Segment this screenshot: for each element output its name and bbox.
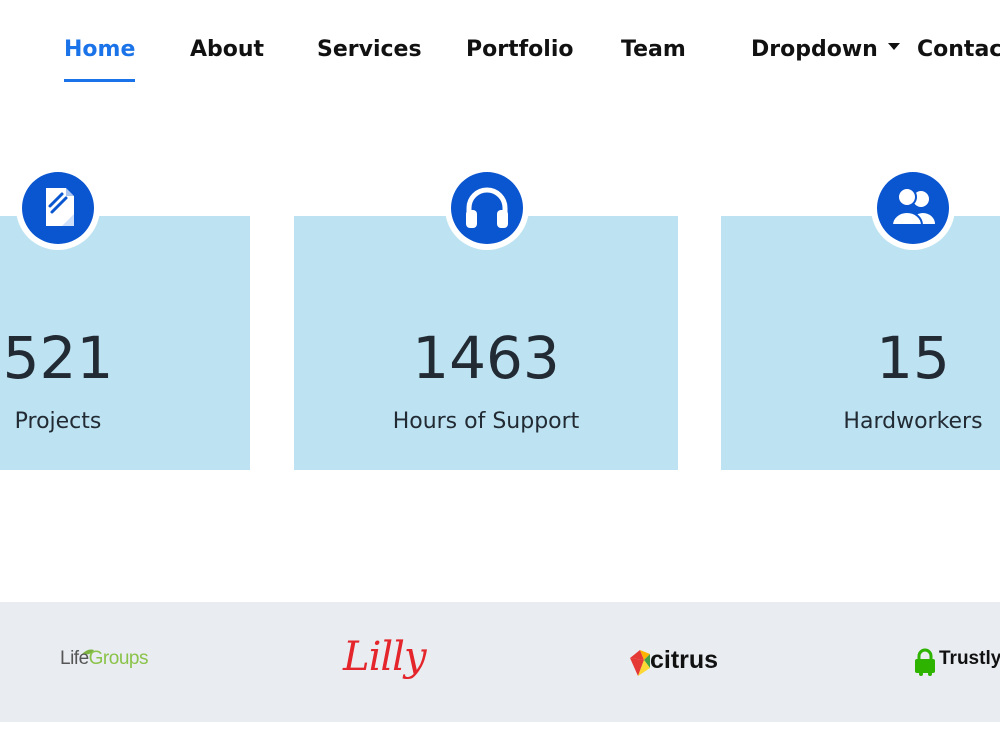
padlock-icon	[915, 648, 935, 676]
nav-home[interactable]: Home	[64, 36, 136, 82]
page: Home About Services Portfolio Team Dropd…	[0, 0, 1000, 750]
nav-about[interactable]: About	[190, 36, 264, 64]
nav-dropdown-label: Dropdown	[751, 37, 878, 62]
nav-portfolio[interactable]: Portfolio	[466, 36, 574, 64]
logo-lifegroups-part2: Groups	[88, 648, 149, 669]
logo-trustly: Trustly	[913, 648, 1000, 676]
nav-team-label: Team	[621, 37, 686, 62]
nav-active-underline	[64, 79, 136, 82]
nav-contact-label: Contact	[917, 37, 1000, 62]
logo-lifegroups: LifeGroups	[60, 648, 148, 670]
clients-strip: LifeGroups Lilly citrus Trustly	[0, 602, 1000, 722]
stat-icon-support	[445, 166, 529, 250]
stat-icon-hardworkers	[871, 166, 955, 250]
logo-lilly-text: Lilly	[343, 634, 427, 680]
stat-label-support: Hours of Support	[392, 409, 580, 434]
main-nav: Home About Services Portfolio Team Dropd…	[0, 0, 1000, 100]
stat-label-projects: Projects	[14, 409, 102, 434]
nav-services-label: Services	[317, 37, 422, 62]
nav-team[interactable]: Team	[621, 36, 686, 64]
stat-icon-projects	[16, 166, 100, 250]
logo-trustly-text: Trustly	[939, 648, 1000, 669]
logo-lilly: Lilly	[343, 634, 427, 680]
users-icon	[877, 172, 949, 244]
nav-services[interactable]: Services	[317, 36, 422, 64]
stat-label-hardworkers: Hardworkers	[843, 409, 983, 434]
document-icon	[22, 172, 94, 244]
nav-about-label: About	[190, 37, 265, 62]
logo-lifegroups-part1: Life	[60, 648, 89, 669]
stat-value-projects: 521	[2, 324, 114, 392]
nav-home-label: Home	[64, 37, 136, 62]
headphones-icon	[451, 172, 523, 244]
stat-value-support: 1463	[412, 324, 560, 392]
nav-portfolio-label: Portfolio	[466, 37, 574, 62]
logo-citrus: citrus	[630, 646, 718, 676]
nav-dropdown[interactable]: Dropdown	[751, 36, 900, 64]
caret-down-icon	[887, 42, 900, 50]
logo-citrus-text: citrus	[650, 646, 719, 674]
citrus-mark-icon	[630, 650, 650, 676]
stat-value-hardworkers: 15	[876, 324, 950, 392]
nav-contact[interactable]: Contact	[917, 36, 1000, 64]
